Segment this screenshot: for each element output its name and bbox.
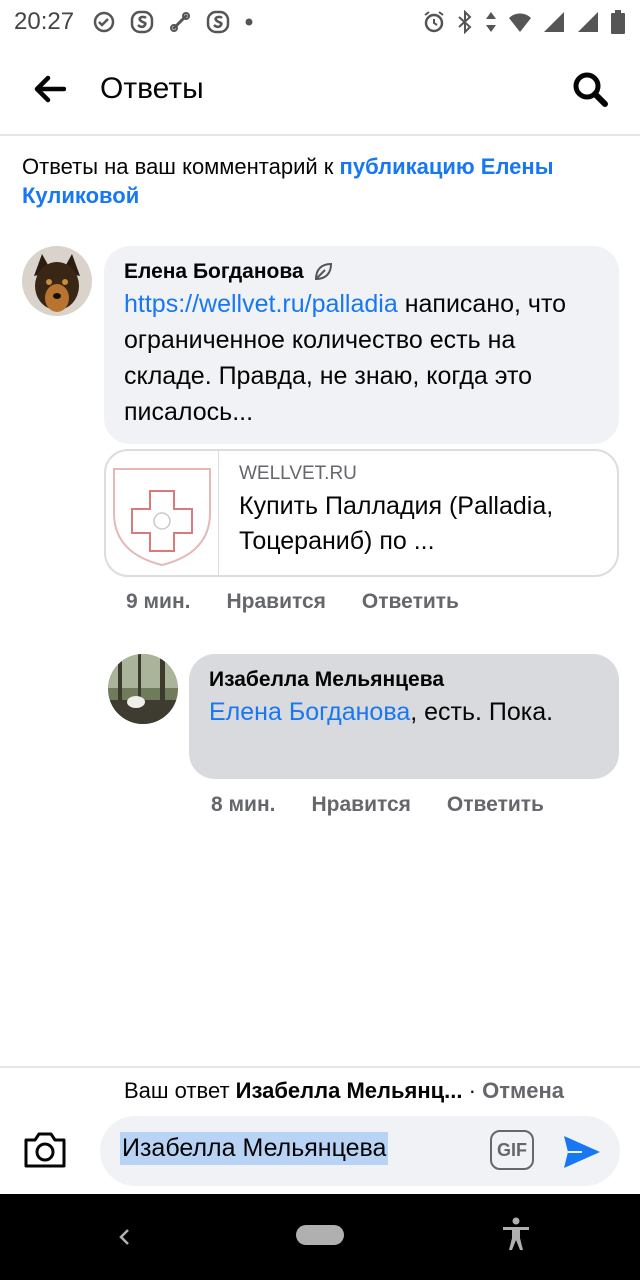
cross-shield-icon: [113, 468, 211, 567]
s-app-icon: [130, 10, 154, 34]
leaf-badge-icon: [314, 262, 332, 281]
like-button[interactable]: Нравится: [226, 590, 325, 614]
comment-author-row: Изабелла Мельянцева: [209, 668, 599, 692]
comment-time: 9 мин.: [126, 590, 191, 613]
context-line: Ответы на ваш комментарий к публикацию Е…: [22, 152, 622, 210]
avatar[interactable]: [22, 246, 92, 316]
search-icon: [573, 72, 608, 107]
dog-avatar-icon: [22, 246, 92, 316]
status-time: 20:27: [14, 8, 75, 35]
forest-avatar-icon: [108, 654, 178, 724]
comment-author[interactable]: Елена Богданова: [124, 260, 304, 284]
comment-actions: 9 мин. Нравится Ответить: [126, 590, 459, 614]
comment-author-row: Елена Богданова: [124, 260, 599, 284]
cancel-reply-button[interactable]: Отмена: [482, 1078, 564, 1103]
page-title: Ответы: [100, 72, 204, 105]
link-preview-title: Купить Палладия (Palladia, Тоцераниб) по…: [239, 492, 554, 555]
dot-icon: [245, 18, 253, 26]
comment-bubble-selected[interactable]: Изабелла Мельянцева Елена Богданова, ест…: [189, 654, 619, 779]
comment-time: 8 мин.: [211, 793, 276, 816]
send-button[interactable]: [560, 1130, 604, 1174]
gif-button[interactable]: GIF: [490, 1130, 534, 1170]
nav-back-icon[interactable]: [110, 1222, 140, 1252]
link-preview-domain: WELLVET.RU: [239, 463, 357, 484]
context-prefix: Ответы на ваш комментарий к: [22, 154, 340, 179]
search-button[interactable]: [540, 43, 640, 135]
camera-button[interactable]: [22, 1130, 78, 1178]
s-app-icon: [206, 10, 230, 34]
status-bar: 20:27: [0, 0, 640, 44]
wifi-icon: [509, 13, 531, 32]
camera-icon: [24, 1132, 66, 1168]
system-nav-bar: [0, 1194, 640, 1280]
comment-text: Елена Богданова, есть. Пока.: [209, 694, 599, 730]
app-header: Ответы: [0, 44, 640, 136]
comment-author[interactable]: Изабелла Мельянцева: [209, 668, 444, 692]
reply-input-field[interactable]: Изабелла Мельянцева GIF: [100, 1116, 620, 1186]
reply-button[interactable]: Ответить: [362, 590, 459, 614]
reply-target-line: Ваш ответ Изабелла Мельянц... · Отмена: [124, 1078, 564, 1104]
comment-body: , есть. Пока.: [410, 698, 554, 726]
check-circle-icon: [93, 11, 115, 33]
link-preview-card[interactable]: WELLVET.RU Купить Палладия (Palladia, То…: [104, 449, 619, 577]
link-icon: [170, 12, 191, 32]
reply-target-name: Изабелла Мельянц...: [235, 1078, 463, 1103]
send-icon: [564, 1136, 600, 1168]
reply-separator: ·: [462, 1078, 483, 1103]
comment-text: https://wellvet.ru/palladia написано, чт…: [124, 286, 599, 430]
data-arrows-icon: [486, 12, 496, 32]
reply-input-text[interactable]: Изабелла Мельянцева: [120, 1132, 389, 1165]
signal-icon: [544, 12, 564, 32]
like-button[interactable]: Нравится: [311, 793, 410, 817]
avatar[interactable]: [108, 654, 178, 724]
comment-bubble[interactable]: Елена Богданова https://wellvet.ru/palla…: [104, 246, 619, 444]
comment-mention-link[interactable]: Елена Богданова: [209, 698, 410, 726]
reply-composer: Ваш ответ Изабелла Мельянц... · Отмена И…: [0, 1066, 640, 1194]
battery-icon: [611, 10, 625, 34]
signal-icon: [578, 12, 598, 32]
comment-actions: 8 мин. Нравится Ответить: [211, 793, 544, 817]
arrow-left-icon: [34, 75, 66, 103]
comment-url-link[interactable]: https://wellvet.ru/palladia: [124, 290, 398, 318]
link-preview-thumbnail: [106, 451, 219, 575]
reply-prefix: Ваш ответ: [124, 1078, 236, 1103]
bluetooth-icon: [458, 10, 472, 34]
alarm-icon: [424, 11, 444, 33]
nav-home-button[interactable]: [296, 1225, 344, 1245]
back-button[interactable]: [0, 43, 100, 135]
reply-button[interactable]: Ответить: [447, 793, 544, 817]
accessibility-icon[interactable]: [500, 1216, 532, 1252]
